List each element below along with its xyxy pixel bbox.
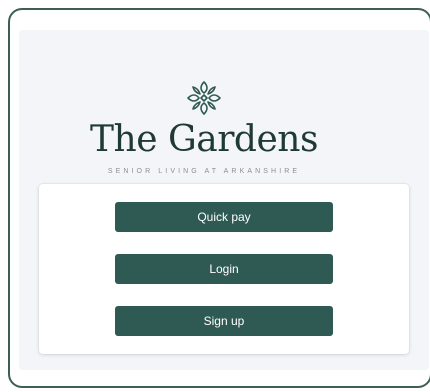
quick-pay-button[interactable]: Quick pay bbox=[115, 202, 333, 232]
brand-header: The Gardens SENIOR LIVING AT ARKANSHIRE bbox=[19, 78, 389, 175]
ornamental-leaf-icon bbox=[187, 81, 221, 115]
page-canvas: The Gardens SENIOR LIVING AT ARKANSHIRE … bbox=[19, 30, 429, 370]
login-button[interactable]: Login bbox=[115, 254, 333, 284]
brand-name: The Gardens bbox=[90, 119, 318, 160]
sign-up-button[interactable]: Sign up bbox=[115, 306, 333, 336]
actions-card: Quick pay Login Sign up bbox=[39, 184, 409, 354]
window-frame: The Gardens SENIOR LIVING AT ARKANSHIRE … bbox=[8, 8, 430, 388]
brand-tagline: SENIOR LIVING AT ARKANSHIRE bbox=[107, 168, 301, 175]
